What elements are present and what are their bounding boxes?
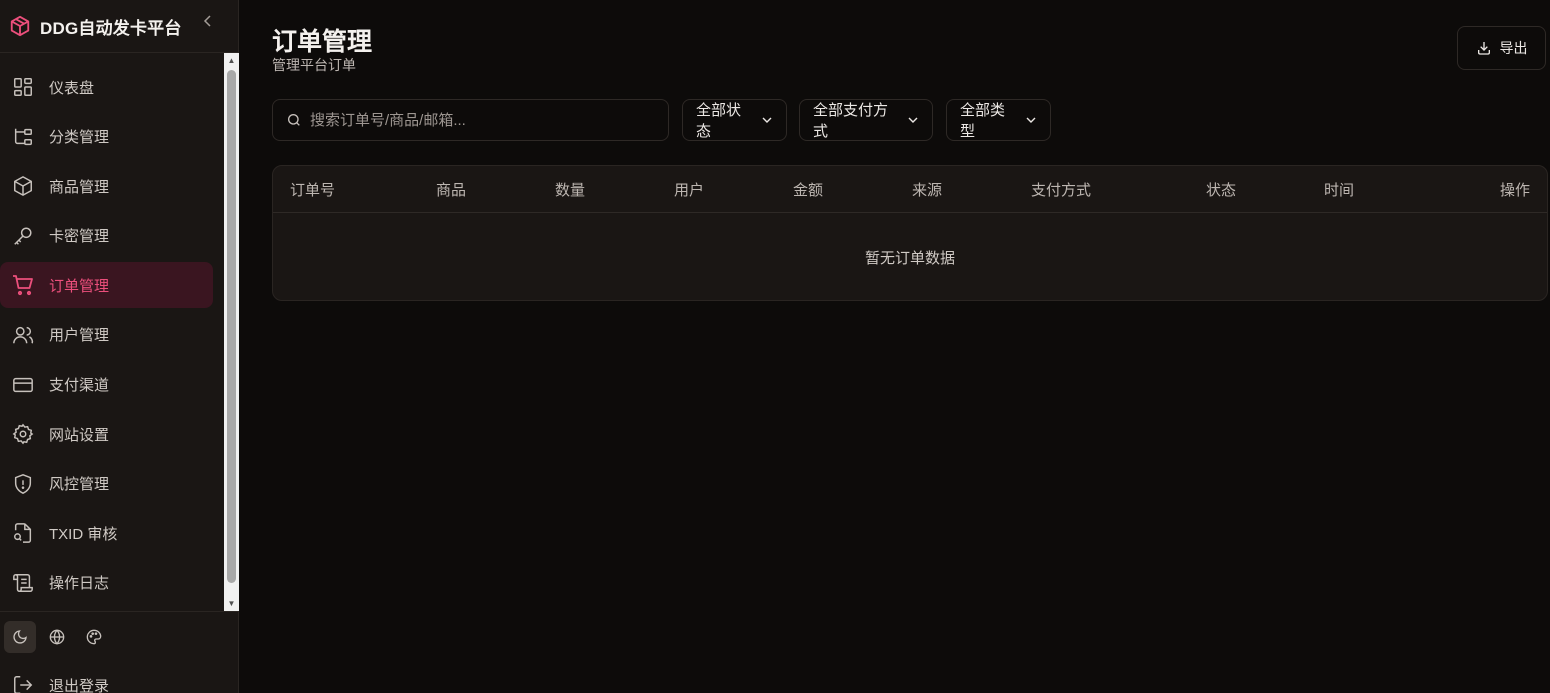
sidebar-item-users[interactable]: 用户管理 — [0, 312, 200, 358]
table-body: 暂无订单数据 — [273, 213, 1547, 300]
sidebar-item-logs[interactable]: 操作日志 — [0, 560, 200, 606]
sidebar-item-label: 操作日志 — [49, 575, 110, 593]
column-header[interactable]: 数量 — [555, 166, 585, 213]
key-icon — [11, 224, 35, 248]
type-filter-value: 全部类型 — [960, 102, 1006, 140]
main-content: 订单管理 管理平台订单 导出 全部状态 全部支付方式 全部类型 订单号 商品 数 — [239, 0, 1550, 693]
gear-icon — [11, 422, 35, 446]
sidebar-scrollbar[interactable]: ▲ ▼ — [224, 53, 239, 611]
sidebar-nav: 仪表盘 分类管理 商品管理 卡密管理 订单管理 用户管理 支付渠道 网站设置 风… — [0, 53, 224, 611]
scroll-down-icon[interactable]: ▼ — [224, 596, 239, 611]
page-title: 订单管理 — [272, 28, 373, 56]
box-logo-icon — [8, 14, 32, 38]
logout-label: 退出登录 — [49, 677, 110, 693]
chevron-down-icon — [1025, 114, 1037, 126]
box-icon — [11, 174, 35, 198]
credit-card-icon — [11, 373, 35, 397]
sidebar-item-label: 用户管理 — [49, 327, 110, 345]
status-filter[interactable]: 全部状态 — [682, 99, 787, 141]
sidebar-tools — [0, 612, 239, 662]
sidebar-item-txid[interactable]: TXID 审核 — [0, 510, 200, 556]
page-subtitle: 管理平台订单 — [272, 57, 356, 73]
dashboard-icon — [11, 75, 35, 99]
search-icon — [286, 112, 302, 128]
scrollbar-thumb[interactable] — [227, 70, 236, 583]
export-label: 导出 — [1499, 40, 1528, 56]
cart-icon — [11, 273, 35, 297]
column-header[interactable]: 支付方式 — [1031, 166, 1091, 213]
orders-table: 订单号 商品 数量 用户 金额 来源 支付方式 状态 时间 操作 暂无订单数据 — [272, 165, 1548, 301]
sidebar-item-cards[interactable]: 卡密管理 — [0, 213, 200, 259]
users-icon — [11, 323, 35, 347]
sidebar-item-settings[interactable]: 网站设置 — [0, 411, 200, 457]
chevron-down-icon — [761, 114, 773, 126]
download-icon — [1476, 40, 1492, 56]
logout-icon — [11, 673, 35, 693]
chevron-down-icon — [907, 114, 919, 126]
type-filter[interactable]: 全部类型 — [946, 99, 1051, 141]
sidebar-item-payment[interactable]: 支付渠道 — [0, 362, 200, 408]
search-box[interactable] — [272, 99, 669, 141]
sidebar-footer: 退出登录 — [0, 611, 239, 693]
sidebar-item-label: 商品管理 — [49, 178, 110, 196]
sidebar-item-dashboard[interactable]: 仪表盘 — [0, 64, 200, 110]
sidebar-item-label: 支付渠道 — [49, 377, 110, 395]
sidebar: DDG自动发卡平台 仪表盘 分类管理 商品管理 卡密管理 订单管理 用户管理 支… — [0, 0, 239, 693]
sidebar-item-risk[interactable]: 风控管理 — [0, 461, 200, 507]
column-header[interactable]: 状态 — [1206, 166, 1236, 213]
tree-icon — [11, 125, 35, 149]
column-header: 操作 — [1499, 182, 1530, 199]
payment-filter-value: 全部支付方式 — [813, 102, 889, 140]
search-input[interactable] — [310, 111, 650, 129]
column-header[interactable]: 金额 — [793, 166, 823, 213]
column-header[interactable]: 来源 — [912, 166, 942, 213]
payment-filter[interactable]: 全部支付方式 — [799, 99, 933, 141]
sidebar-item-label: TXID 审核 — [49, 525, 118, 543]
sidebar-item-label: 分类管理 — [49, 129, 110, 147]
sidebar-item-products[interactable]: 商品管理 — [0, 163, 200, 209]
export-button[interactable]: 导出 — [1457, 26, 1546, 70]
shield-alert-icon — [11, 472, 35, 496]
palette-icon[interactable] — [78, 621, 110, 653]
column-header[interactable]: 商品 — [436, 166, 466, 213]
sidebar-item-categories[interactable]: 分类管理 — [0, 114, 200, 160]
moon-icon[interactable] — [4, 621, 36, 653]
column-header[interactable]: 时间 — [1324, 166, 1354, 213]
sidebar-item-label: 仪表盘 — [49, 79, 95, 97]
sidebar-item-label: 风控管理 — [49, 476, 110, 494]
sidebar-item-label: 卡密管理 — [49, 228, 110, 246]
column-header[interactable]: 用户 — [674, 166, 704, 213]
sidebar-item-orders[interactable]: 订单管理 — [0, 262, 213, 309]
table-header: 订单号 商品 数量 用户 金额 来源 支付方式 状态 时间 操作 — [273, 166, 1547, 213]
logout-button[interactable]: 退出登录 — [0, 662, 239, 693]
column-header[interactable]: 订单号 — [290, 166, 335, 213]
sidebar-item-label: 网站设置 — [49, 426, 110, 444]
scroll-icon — [11, 571, 35, 595]
status-filter-value: 全部状态 — [696, 102, 742, 140]
sidebar-item-label: 订单管理 — [49, 277, 110, 295]
chevron-left-icon[interactable] — [200, 11, 216, 31]
brand-title: DDG自动发卡平台 — [40, 18, 182, 38]
file-search-icon — [11, 521, 35, 545]
globe-icon[interactable] — [41, 621, 73, 653]
empty-state: 暂无订单数据 — [864, 249, 955, 267]
scroll-up-icon[interactable]: ▲ — [224, 53, 239, 68]
